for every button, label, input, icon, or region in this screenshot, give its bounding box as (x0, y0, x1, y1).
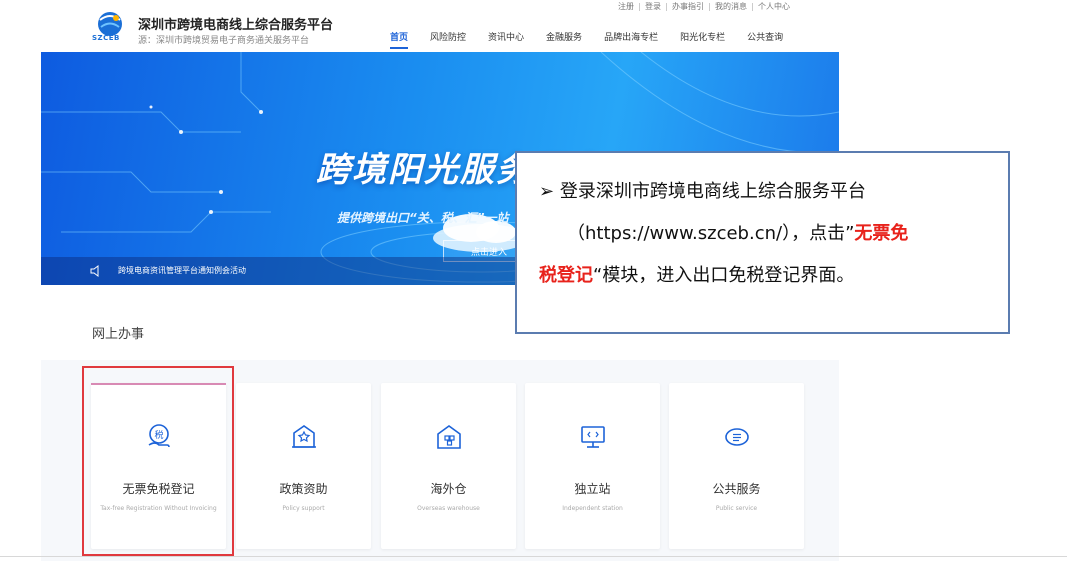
nav-public-query[interactable]: 公共查询 (747, 30, 783, 47)
callout-line-3: 税登记“模块，进入出口免税登记界面。 (539, 255, 988, 297)
svg-text:税: 税 (154, 429, 163, 441)
logo-text: SZCEB (92, 34, 120, 42)
divider (666, 3, 667, 11)
notice-text[interactable]: 跨境电商资讯管理平台通知例会活动 (118, 265, 246, 276)
divider (639, 3, 640, 11)
tax-hand-icon: 税 (148, 424, 170, 448)
guide-link[interactable]: 办事指引 (672, 1, 704, 12)
banner-subtitle: 提供跨境出口“关、税、汇”一站 (337, 211, 509, 225)
callout-text-3: “模块，进入出口免税登记界面。 (593, 265, 855, 286)
divider (0, 556, 1067, 557)
monitor-code-icon (580, 426, 605, 448)
callout-highlight-2: 税登记 (539, 265, 593, 286)
chat-list-icon (724, 428, 749, 446)
card-label: 政策资助 (279, 482, 328, 496)
card-label: 公共服务 (712, 482, 761, 496)
nav-brand-overseas[interactable]: 品牌出海专栏 (604, 30, 658, 47)
section-title: 网上办事 (92, 327, 145, 342)
utility-links: 注册 登录 办事指引 我的消息 个人中心 (618, 1, 790, 12)
callout-highlight-1: 无票免 (854, 223, 909, 244)
card-english-label: Policy support (282, 505, 325, 512)
profile-link[interactable]: 个人中心 (758, 1, 790, 12)
nav-news-center[interactable]: 资讯中心 (488, 30, 524, 47)
card-label: 无票免税登记 (122, 482, 195, 496)
callout-text-2: （https://www.szceb.cn/），点击” (567, 223, 855, 244)
card-label: 海外仓 (430, 482, 467, 496)
card-english-label: Overseas warehouse (417, 505, 480, 512)
card-english-label: Public service (715, 505, 758, 512)
card-independent-station[interactable]: 独立站 Independent station (525, 383, 660, 549)
card-overseas-warehouse[interactable]: 海外仓 Overseas warehouse (381, 383, 516, 549)
nav-home[interactable]: 首页 (390, 30, 409, 49)
site-subtitle: 源：深圳市跨境贸易电子商务通关服务平台 (138, 36, 310, 46)
callout-line-1: ➢ 登录深圳市跨境电商线上综合服务平台 (539, 171, 988, 213)
card-public-service[interactable]: 公共服务 Public service (669, 383, 804, 549)
speaker-icon (90, 265, 99, 277)
card-policy-support[interactable]: 政策资助 Policy support (236, 383, 371, 549)
bullet-icon: ➢ (539, 181, 555, 202)
card-tax-free-registration[interactable]: 税 无票免税登记 Tax-free Registration Without I… (91, 383, 226, 549)
register-link[interactable]: 注册 (618, 1, 634, 12)
divider (752, 3, 753, 11)
top-header: SZCEB 深圳市跨境电商线上综合服务平台 源：深圳市跨境贸易电子商务通关服务平… (0, 0, 1067, 52)
building-star-icon (291, 425, 316, 448)
nav-finance[interactable]: 金融服务 (546, 30, 582, 47)
callout-line-2: （https://www.szceb.cn/），点击”无票免 (539, 213, 988, 255)
nav-sunshine[interactable]: 阳光化专栏 (680, 30, 725, 47)
divider (709, 3, 710, 11)
login-link[interactable]: 登录 (645, 1, 661, 12)
messages-link[interactable]: 我的消息 (715, 1, 747, 12)
main-nav: 首页 风险防控 资讯中心 金融服务 品牌出海专栏 阳光化专栏 公共查询 (390, 30, 805, 49)
warehouse-icon (436, 425, 461, 449)
callout-text-1: 登录深圳市跨境电商线上综合服务平台 (559, 181, 866, 202)
card-english-label: Tax-free Registration Without Invoicing (100, 505, 217, 512)
site-title: 深圳市跨境电商线上综合服务平台 (138, 18, 334, 33)
card-label: 独立站 (574, 482, 611, 496)
nav-risk-control[interactable]: 风险防控 (430, 30, 466, 47)
instruction-callout: ➢ 登录深圳市跨境电商线上综合服务平台 （https://www.szceb.c… (515, 151, 1010, 334)
card-english-label: Independent station (562, 505, 623, 512)
